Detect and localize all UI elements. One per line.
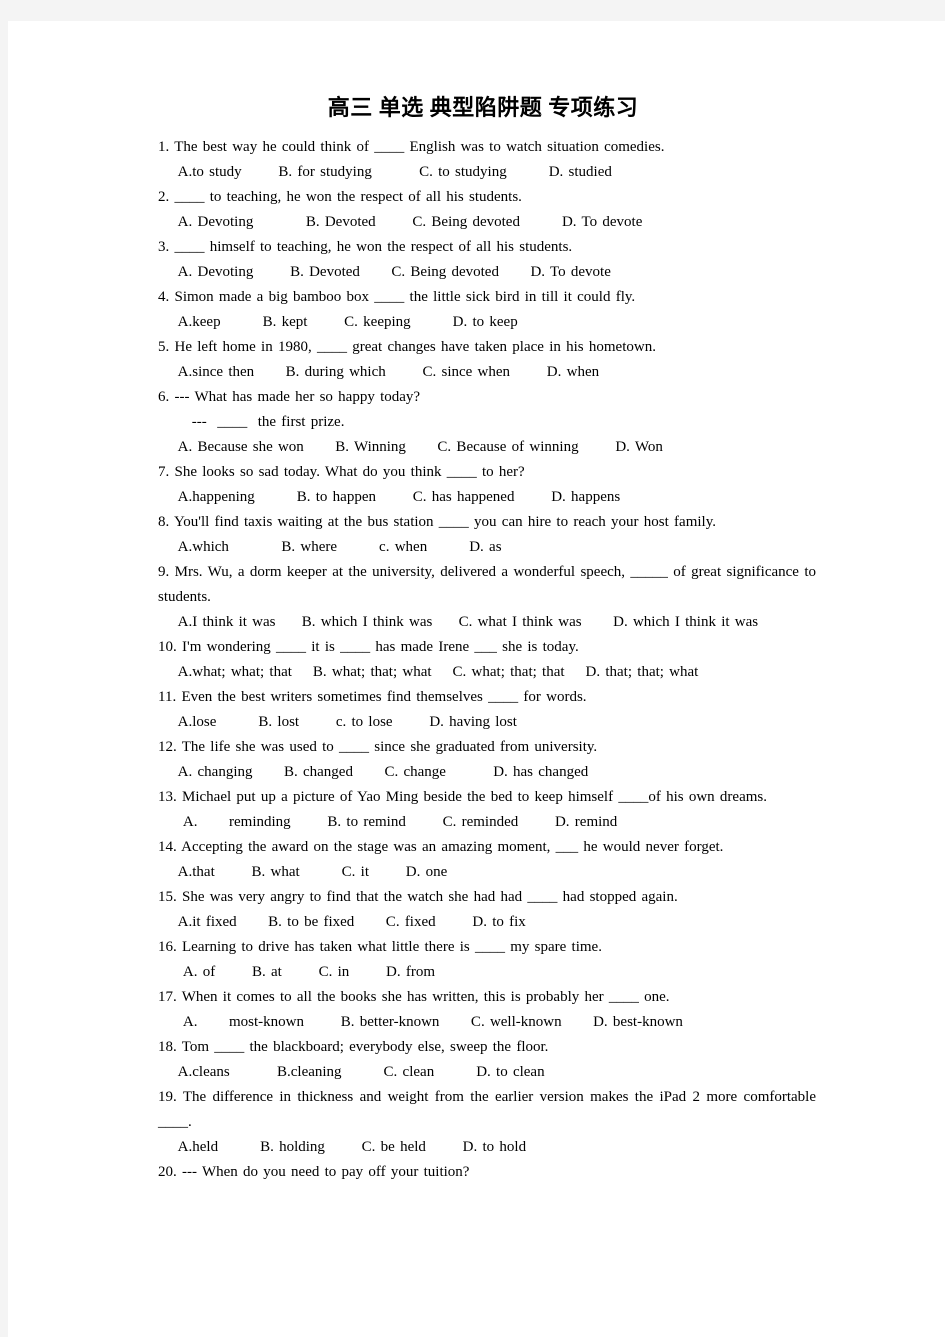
question-item-5: 5. He left home in 1980, ____ great chan…: [150, 335, 816, 385]
question-item-12: 12. The life she was used to ____ since …: [150, 735, 816, 785]
question-stem: 18. Tom ____ the blackboard; everybody e…: [158, 1039, 549, 1055]
question-options: A.which B. where c. when D. as: [168, 539, 502, 555]
question-item-8: 8. You'll find taxis waiting at the bus …: [150, 510, 816, 560]
question-options: A. reminding B. to remind C. reminded D.…: [168, 814, 618, 830]
document-page: 高三 单选 典型陷阱题 专项练习 1. The best way he coul…: [8, 21, 945, 1337]
question-options: A. Because she won B. Winning C. Because…: [168, 439, 663, 455]
question-item-3: 3. ____ himself to teaching, he won the …: [150, 235, 816, 285]
question-options: A.that B. what C. it D. one: [168, 864, 448, 880]
question-options: A.I think it was B. which I think was C.…: [168, 614, 759, 630]
question-item-13: 13. Michael put up a picture of Yao Ming…: [150, 785, 816, 835]
question-options: A.since then B. during which C. since wh…: [168, 364, 600, 380]
question-options: A. of B. at C. in D. from: [168, 964, 435, 980]
question-stem: 14. Accepting the award on the stage was…: [158, 839, 724, 855]
question-stem: 9. Mrs. Wu, a dorm keeper at the univers…: [158, 564, 816, 605]
question-stem: 3. ____ himself to teaching, he won the …: [158, 239, 573, 255]
question-options: A. Devoting B. Devoted C. Being devoted …: [168, 264, 611, 280]
question-item-2: 2. ____ to teaching, he won the respect …: [150, 185, 816, 235]
question-options: A.it fixed B. to be fixed C. fixed D. to…: [168, 914, 526, 930]
question-stem: 5. He left home in 1980, ____ great chan…: [158, 339, 656, 355]
question-item-6: 6. --- What has made her so happy today?…: [150, 385, 816, 460]
page-title: 高三 单选 典型陷阱题 专项练习: [327, 95, 639, 120]
question-stem: 2. ____ to teaching, he won the respect …: [158, 189, 522, 205]
question-item-10: 10. I'm wondering ____ it is ____ has ma…: [150, 635, 816, 685]
question-options: A.keep B. kept C. keeping D. to keep: [168, 314, 518, 330]
question-stem: 17. When it comes to all the books she h…: [158, 989, 670, 1005]
question-stem: 8. You'll find taxis waiting at the bus …: [158, 514, 716, 530]
question-item-19: 19. The difference in thickness and weig…: [150, 1085, 816, 1160]
question-item-16: 16. Learning to drive has taken what lit…: [150, 935, 816, 985]
question-stem: 10. I'm wondering ____ it is ____ has ma…: [158, 639, 579, 655]
question-item-11: 11. Even the best writers sometimes find…: [150, 685, 816, 735]
question-stem: 6. --- What has made her so happy today?: [158, 389, 421, 405]
question-stem: 12. The life she was used to ____ since …: [158, 739, 598, 755]
question-stem: 7. She looks so sad today. What do you t…: [158, 464, 525, 480]
question-options: A. Devoting B. Devoted C. Being devoted …: [168, 214, 643, 230]
question-item-7: 7. She looks so sad today. What do you t…: [150, 460, 816, 510]
question-options: A. most-known B. better-known C. well-kn…: [168, 1014, 683, 1030]
question-dialog-reply: --- ____ the first prize.: [176, 414, 345, 430]
question-stem: 13. Michael put up a picture of Yao Ming…: [158, 789, 767, 805]
question-stem: 11. Even the best writers sometimes find…: [158, 689, 587, 705]
question-stem: 15. She was very angry to find that the …: [158, 889, 678, 905]
question-options: A.to study B. for studying C. to studyin…: [168, 164, 612, 180]
question-item-18: 18. Tom ____ the blackboard; everybody e…: [150, 1035, 816, 1085]
question-item-15: 15. She was very angry to find that the …: [150, 885, 816, 935]
document-content: 高三 单选 典型陷阱题 专项练习 1. The best way he coul…: [150, 93, 816, 1185]
question-options: A. changing B. changed C. change D. has …: [168, 764, 589, 780]
question-item-4: 4. Simon made a big bamboo box ____ the …: [150, 285, 816, 335]
question-item-14: 14. Accepting the award on the stage was…: [150, 835, 816, 885]
question-stem: 1. The best way he could think of ____ E…: [158, 139, 665, 155]
question-options: A.cleans B.cleaning C. clean D. to clean: [168, 1064, 545, 1080]
question-options: A.what; what; that B. what; that; what C…: [168, 664, 699, 680]
question-item-17: 17. When it comes to all the books she h…: [150, 985, 816, 1035]
question-stem: 16. Learning to drive has taken what lit…: [158, 939, 602, 955]
question-stem: 4. Simon made a big bamboo box ____ the …: [158, 289, 636, 305]
question-options: A.happening B. to happen C. has happened…: [168, 489, 621, 505]
question-item-9: 9. Mrs. Wu, a dorm keeper at the univers…: [150, 560, 816, 635]
question-stem: 19. The difference in thickness and weig…: [158, 1089, 816, 1130]
question-options: A.lose B. lost c. to lose D. having lost: [168, 714, 517, 730]
question-options: A.held B. holding C. be held D. to hold: [168, 1139, 527, 1155]
question-item-1: 1. The best way he could think of ____ E…: [150, 135, 816, 185]
question-item-20: 20. --- When do you need to pay off your…: [150, 1160, 816, 1185]
question-stem: 20. --- When do you need to pay off your…: [158, 1164, 470, 1180]
